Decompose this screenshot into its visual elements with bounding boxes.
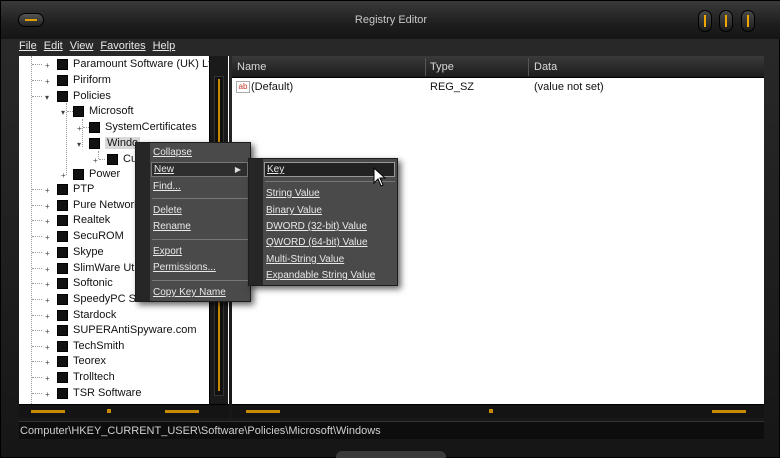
expand-icon[interactable]: + (45, 265, 54, 274)
menu-item-copy-key-name[interactable]: Copy Key Name (153, 285, 226, 300)
folder-icon (57, 341, 68, 352)
expand-icon[interactable]: + (45, 280, 54, 289)
expand-icon[interactable]: + (45, 327, 54, 336)
folder-icon (57, 388, 68, 399)
menu-view[interactable]: View (70, 39, 101, 55)
window-title: Registry Editor (354, 14, 428, 26)
folder-icon (89, 138, 100, 149)
folder-icon (57, 247, 68, 258)
expand-icon[interactable]: + (45, 296, 54, 305)
list-horizontal-scrollbar[interactable] (232, 404, 764, 418)
list-header: Name Type Data (232, 56, 764, 78)
folder-icon (57, 263, 68, 274)
submenu-item-binary-value[interactable]: Binary Value (266, 203, 322, 218)
maximize-button[interactable] (719, 10, 733, 32)
folder-icon (57, 294, 68, 305)
collapse-icon[interactable]: ▾ (45, 93, 54, 102)
menu-edit[interactable]: Edit (44, 39, 70, 55)
submenu-item-string-value[interactable]: String Value (266, 186, 320, 201)
folder-icon (57, 310, 68, 321)
expand-icon[interactable]: + (45, 343, 54, 352)
folder-icon (57, 184, 68, 195)
value-name: (Default) (251, 81, 294, 93)
string-value-icon: ab (236, 81, 250, 93)
expand-icon[interactable]: + (45, 186, 54, 195)
menu-item-find[interactable]: Find... (153, 179, 181, 194)
value-data: (value not set) (534, 81, 604, 93)
column-data[interactable]: Data (534, 61, 557, 73)
column-type[interactable]: Type (430, 61, 454, 73)
expand-icon[interactable]: + (61, 171, 70, 180)
folder-icon (57, 59, 68, 70)
expand-icon[interactable]: + (93, 156, 102, 165)
mouse-pointer-icon (373, 167, 387, 187)
expand-icon[interactable]: + (45, 374, 54, 383)
folder-icon (73, 169, 84, 180)
expand-icon[interactable]: + (45, 233, 54, 242)
bottom-grip (336, 451, 446, 458)
close-button[interactable] (741, 10, 755, 32)
folder-icon (57, 75, 68, 86)
expand-icon[interactable]: + (45, 61, 54, 70)
collapse-icon[interactable]: ▾ (77, 140, 86, 149)
column-name[interactable]: Name (237, 61, 266, 73)
menu-item-collapse[interactable]: Collapse (153, 145, 192, 160)
folder-icon (57, 356, 68, 367)
tree-horizontal-scrollbar[interactable] (19, 404, 229, 418)
submenu-arrow-icon: ▶ (234, 165, 241, 174)
submenu-item-qword-value[interactable]: QWORD (64-bit) Value (266, 235, 368, 250)
folder-icon (57, 91, 68, 102)
title-bar[interactable]: Registry Editor (1, 1, 780, 39)
expand-icon[interactable]: + (45, 249, 54, 258)
value-type: REG_SZ (430, 81, 475, 93)
menu-file[interactable]: File (19, 39, 44, 55)
expand-icon[interactable]: + (45, 312, 54, 321)
expand-icon[interactable]: + (45, 77, 54, 86)
folder-icon (57, 215, 68, 226)
expand-icon[interactable]: + (45, 202, 54, 211)
menu-item-rename[interactable]: Rename (153, 219, 191, 234)
menu-item-new[interactable]: New ▶ (151, 162, 248, 177)
folder-icon (57, 325, 68, 336)
expand-icon[interactable]: + (77, 124, 86, 133)
expand-icon[interactable]: + (45, 217, 54, 226)
menu-item-permissions[interactable]: Permissions... (153, 260, 216, 275)
registry-editor-window: Registry Editor File Edit View Favorites… (0, 0, 780, 458)
folder-icon (57, 231, 68, 242)
list-item[interactable]: ab (Default) REG_SZ (value not set) (232, 80, 764, 96)
status-path: Computer\HKEY_CURRENT_USER\Software\Poli… (20, 425, 381, 437)
menu-bar: File Edit View Favorites Help (19, 39, 182, 55)
expand-icon[interactable]: + (45, 390, 54, 399)
folder-icon (57, 200, 68, 211)
folder-icon (89, 122, 100, 133)
folder-icon (107, 154, 118, 165)
status-bar: Computer\HKEY_CURRENT_USER\Software\Poli… (19, 421, 764, 439)
folder-icon (57, 278, 68, 289)
context-menu: Collapse New ▶ Find... Delete Rename Exp… (135, 142, 251, 302)
submenu-item-dword-value[interactable]: DWORD (32-bit) Value (266, 219, 367, 234)
menu-help[interactable]: Help (153, 39, 183, 55)
menu-favorites[interactable]: Favorites (100, 39, 152, 55)
expand-icon[interactable]: + (45, 358, 54, 367)
submenu-item-expandable-string-value[interactable]: Expandable String Value (266, 268, 375, 283)
menu-item-export[interactable]: Export (153, 244, 182, 259)
folder-icon (57, 372, 68, 383)
folder-icon (73, 106, 84, 117)
minimize-button[interactable] (698, 10, 712, 32)
menu-item-delete[interactable]: Delete (153, 203, 182, 218)
submenu-item-multi-string-value[interactable]: Multi-String Value (266, 252, 344, 267)
collapse-icon[interactable]: ▾ (61, 108, 70, 117)
